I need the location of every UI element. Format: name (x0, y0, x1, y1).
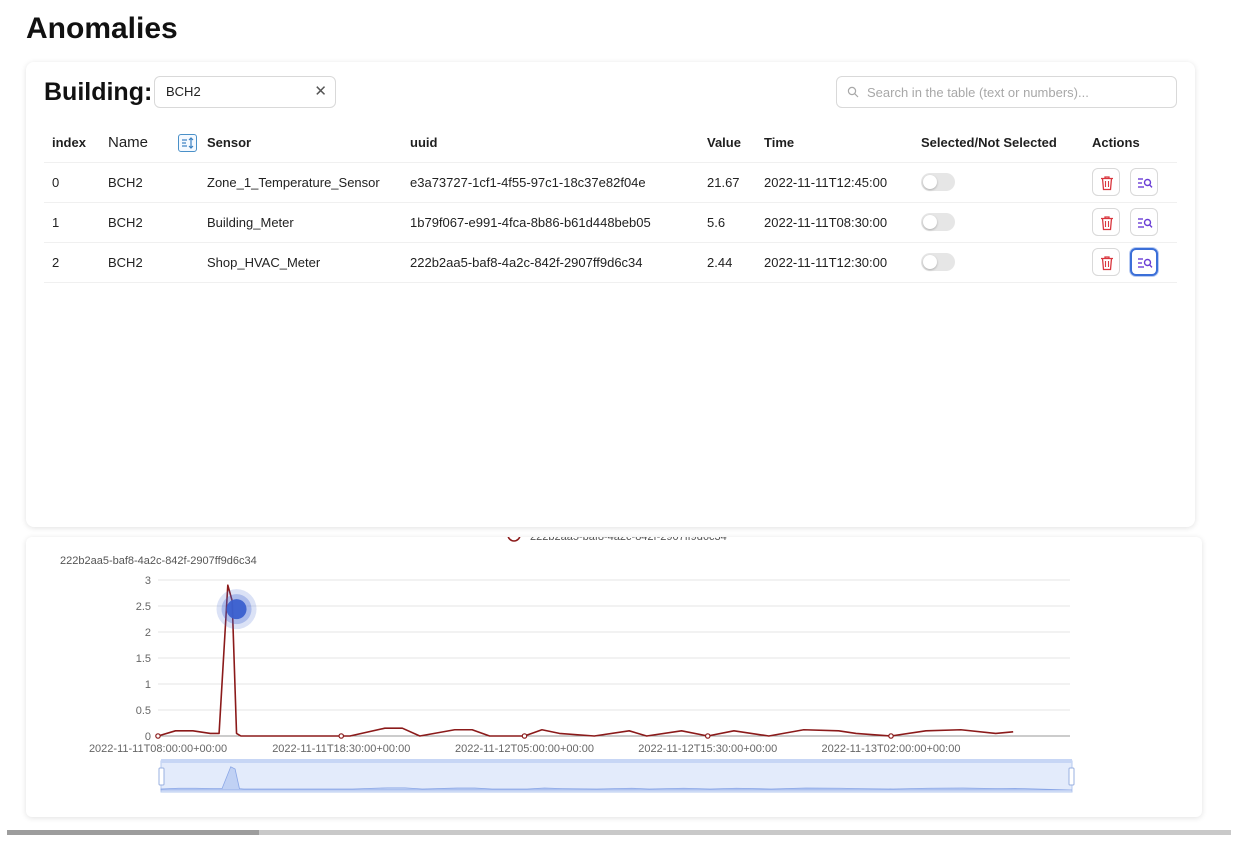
cell-time: 2022-11-11T08:30:00 (756, 202, 913, 243)
building-select-value: BCH2 (166, 84, 201, 99)
anomalies-table: index Name Sensor uuid Value Time Select… (44, 124, 1177, 283)
y-axis-title: 222b2aa5-baf8-4a2c-842f-2907ff9d6c34 (60, 555, 257, 567)
legend-marker (507, 537, 521, 542)
page-title: Anomalies (26, 12, 178, 45)
series-line (157, 584, 1014, 737)
trash-icon (1101, 176, 1113, 191)
inspect-button[interactable] (1130, 168, 1158, 196)
cell-actions (1084, 162, 1177, 203)
anomalies-table-card: Building: BCH2 ✕ index Name (26, 62, 1195, 527)
cell-uuid: 1b79f067-e991-4fca-8b86-b61d448beb05 (402, 202, 699, 243)
series-point (704, 733, 711, 739)
cell-index: 2 (44, 242, 100, 283)
zoom-handle-right (1068, 767, 1075, 786)
close-icon[interactable]: ✕ (314, 77, 327, 107)
delete-button[interactable] (1092, 168, 1120, 196)
col-header-index[interactable]: index (44, 124, 100, 163)
cell-sensor: Building_Meter (199, 202, 402, 243)
series-point (338, 733, 345, 739)
x-tick-label: 2022-11-13T02:00:00+00:00 (822, 743, 961, 755)
legend-label: 222b2aa5-baf8-4a2c-842f-2907ff9d6c34 (530, 537, 727, 543)
col-header-actions: Actions (1084, 124, 1177, 163)
y-tick-label: 0.5 (136, 705, 151, 717)
zoom-slider-bar (161, 759, 1072, 763)
trash-icon (1101, 256, 1113, 271)
zoom-slider-track (160, 760, 1073, 793)
cell-name: BCH2 (100, 242, 199, 283)
cell-actions (1084, 202, 1177, 243)
y-tick-label: 2.5 (136, 601, 151, 613)
table-header-row: index Name Sensor uuid Value Time Select… (44, 124, 1177, 163)
cell-index: 0 (44, 162, 100, 203)
search-icon (847, 86, 859, 98)
cell-index: 1 (44, 202, 100, 243)
table-search-box[interactable] (836, 76, 1177, 108)
cell-value: 2.44 (699, 242, 756, 283)
x-tick-label: 2022-11-12T05:00:00+00:00 (455, 743, 594, 755)
series-point (155, 733, 161, 739)
delete-button[interactable] (1092, 208, 1120, 236)
col-header-name[interactable]: Name (100, 124, 199, 163)
cell-selected (913, 162, 1084, 203)
series-point (888, 733, 894, 739)
col-header-name-label: Name (108, 133, 149, 151)
building-label: Building: (44, 78, 153, 106)
anomaly-marker (226, 599, 247, 620)
x-tick-label: 2022-11-11T18:30:00+00:00 (272, 743, 410, 755)
zoom-handle-left (158, 767, 165, 786)
cell-uuid: 222b2aa5-baf8-4a2c-842f-2907ff9d6c34 (402, 242, 699, 283)
list-search-icon (1138, 218, 1153, 228)
y-tick-label: 1.5 (136, 653, 151, 665)
inspect-button[interactable] (1130, 248, 1158, 276)
cell-actions (1084, 242, 1177, 283)
cell-sensor: Zone_1_Temperature_Sensor (199, 162, 402, 203)
horizontal-scrollbar[interactable] (7, 830, 1231, 835)
cell-name: BCH2 (100, 202, 199, 243)
cell-sensor: Shop_HVAC_Meter (199, 242, 402, 283)
selected-toggle[interactable] (921, 173, 955, 191)
selected-toggle[interactable] (921, 213, 955, 231)
inspect-button[interactable] (1130, 208, 1158, 236)
cell-selected (913, 202, 1084, 243)
cell-time: 2022-11-11T12:45:00 (756, 162, 913, 203)
cell-selected (913, 242, 1084, 283)
list-search-icon (1138, 258, 1153, 268)
series-point (521, 733, 528, 739)
col-header-sensor[interactable]: Sensor (199, 124, 402, 163)
col-header-time[interactable]: Time (756, 124, 913, 163)
list-search-icon (1138, 178, 1153, 188)
table-row: 0 BCH2 Zone_1_Temperature_Sensor e3a7372… (44, 162, 1177, 203)
table-row: 1 BCH2 Building_Meter 1b79f067-e991-4fca… (44, 202, 1177, 243)
delete-button[interactable] (1092, 248, 1120, 276)
x-tick-label: 2022-11-11T08:00:00+00:00 (89, 743, 227, 755)
col-header-value[interactable]: Value (699, 124, 756, 163)
building-select[interactable]: BCH2 ✕ (154, 76, 336, 108)
col-header-uuid[interactable]: uuid (402, 124, 699, 163)
y-tick-label: 0 (145, 731, 151, 743)
table-row: 2 BCH2 Shop_HVAC_Meter 222b2aa5-baf8-4a2… (44, 242, 1177, 283)
sort-icon[interactable] (178, 133, 198, 152)
y-tick-label: 2 (145, 627, 151, 639)
y-tick-label: 3 (145, 575, 151, 587)
scrollbar-thumb[interactable] (7, 830, 259, 835)
cell-uuid: e3a73727-1cf1-4f55-97c1-18c37e82f04e (402, 162, 699, 203)
sensor-line-chart[interactable]: 222b2aa5-baf8-4a2c-842f-2907ff9d6c34 222b… (26, 537, 1202, 817)
sensor-chart-card: 222b2aa5-baf8-4a2c-842f-2907ff9d6c34 222b… (26, 537, 1202, 817)
table-search-input[interactable] (867, 81, 1167, 103)
col-header-selected[interactable]: Selected/Not Selected (913, 124, 1084, 163)
selected-toggle[interactable] (921, 253, 955, 271)
x-tick-label: 2022-11-12T15:30:00+00:00 (638, 743, 777, 755)
trash-icon (1101, 216, 1113, 231)
cell-value: 21.67 (699, 162, 756, 203)
cell-value: 5.6 (699, 202, 756, 243)
y-tick-label: 1 (145, 679, 151, 691)
cell-time: 2022-11-11T12:30:00 (756, 242, 913, 283)
cell-name: BCH2 (100, 162, 199, 203)
